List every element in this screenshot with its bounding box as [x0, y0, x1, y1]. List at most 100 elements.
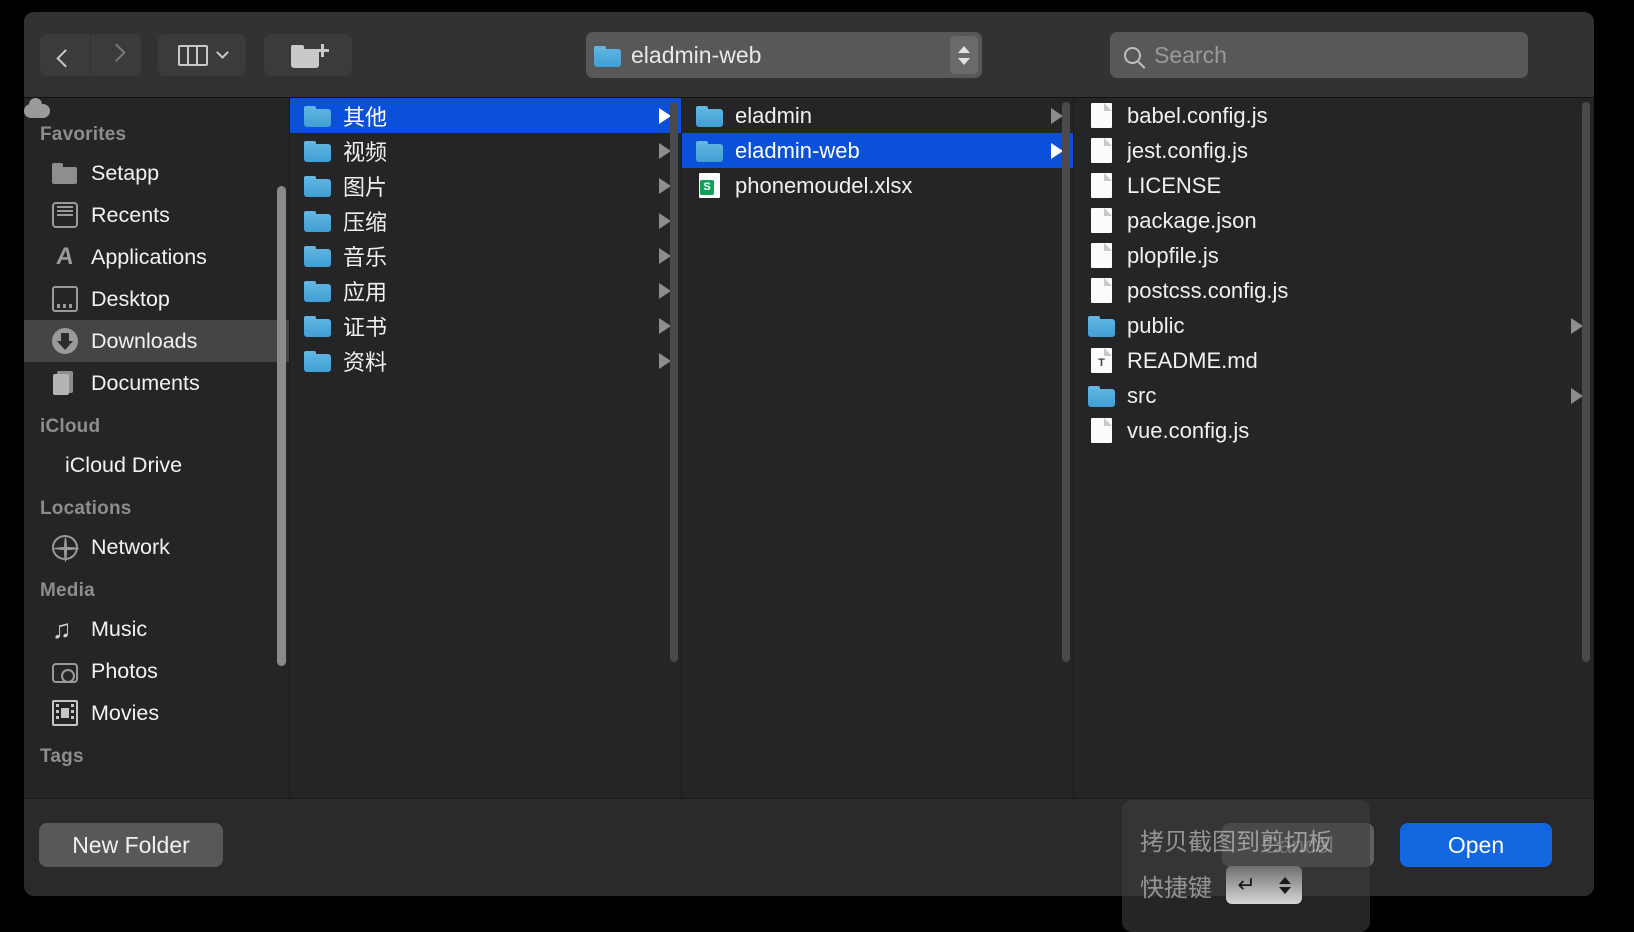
- file-name-label: 视频: [343, 139, 388, 165]
- file-column-3: babel.config.js jest.config.js LICENSE pack…: [1074, 98, 1594, 798]
- forward-button[interactable]: [91, 34, 141, 76]
- file-name-label: 压缩: [343, 209, 388, 235]
- sidebar-item-setapp[interactable]: Setapp: [24, 152, 290, 194]
- folder-icon: [594, 43, 621, 68]
- sidebar-section-header: Tags: [40, 746, 84, 767]
- chevron-down-icon: [215, 46, 229, 59]
- sidebar-section-header: Media: [40, 580, 95, 601]
- cancel-button[interactable]: Cancel: [1222, 823, 1374, 867]
- file-name-label: 应用: [343, 279, 388, 305]
- file-row[interactable]: babel.config.js: [1074, 98, 1593, 133]
- sidebar-item-network[interactable]: Network: [24, 526, 290, 568]
- folder-icon: [696, 138, 723, 163]
- search-placeholder: Search: [1154, 41, 1227, 68]
- file-row[interactable]: 应用: [290, 273, 681, 308]
- file-row[interactable]: 图片: [290, 168, 681, 203]
- search-icon: [1124, 46, 1141, 64]
- chevron-right-icon: [106, 42, 126, 62]
- file-name-label: plopfile.js: [1127, 242, 1219, 268]
- folder-icon: [1088, 383, 1115, 408]
- network-icon: [52, 534, 79, 562]
- sidebar-item-documents[interactable]: Documents: [24, 362, 290, 404]
- file-row[interactable]: plopfile.js: [1074, 238, 1593, 273]
- folder-icon: [304, 348, 331, 373]
- sidebar-item-recents[interactable]: Recents: [24, 194, 290, 236]
- file-name-label: public: [1127, 312, 1185, 338]
- recents-icon: [52, 202, 78, 228]
- file-row[interactable]: 视频: [290, 133, 681, 168]
- file-column-1: 其他视频图片压缩音乐应用证书资料: [290, 98, 682, 798]
- document-file-icon: [1088, 138, 1115, 163]
- sidebar-item-label: Setapp: [91, 160, 160, 185]
- file-name-label: README.md: [1127, 347, 1258, 373]
- file-name-label: 证书: [343, 314, 388, 340]
- document-file-icon: [1088, 103, 1115, 128]
- path-popup-button[interactable]: eladmin-web: [586, 32, 982, 78]
- file-name-label: src: [1127, 382, 1157, 408]
- sidebar-item-label: Downloads: [91, 328, 198, 353]
- sidebar-item-desktop[interactable]: Desktop: [24, 278, 290, 320]
- sidebar-item-label: Network: [91, 534, 170, 559]
- file-row[interactable]: src: [1074, 378, 1593, 413]
- photos-icon: [52, 662, 78, 683]
- open-file-dialog: eladmin-web Search Favorites Setapp Recent…: [24, 12, 1594, 896]
- stepper-updown-icon[interactable]: [950, 36, 978, 74]
- column-3-scrollbar[interactable]: [1582, 102, 1590, 662]
- sidebar: Favorites Setapp Recents Applications Deskto…: [24, 98, 290, 798]
- file-name-label: eladmin-web: [735, 137, 860, 163]
- column-2-scrollbar[interactable]: [1062, 102, 1070, 662]
- folder-icon: [1088, 313, 1115, 338]
- file-row[interactable]: 其他: [290, 98, 681, 133]
- folder-icon: [52, 160, 78, 186]
- file-row[interactable]: vue.config.js: [1074, 413, 1593, 448]
- sidebar-item-downloads[interactable]: Downloads: [24, 320, 290, 362]
- file-row[interactable]: jest.config.js: [1074, 133, 1593, 168]
- sidebar-item-music[interactable]: Music: [24, 608, 290, 650]
- file-row[interactable]: T README.md: [1074, 343, 1593, 378]
- toolbar: eladmin-web Search: [24, 12, 1594, 98]
- file-name-label: vue.config.js: [1127, 417, 1250, 443]
- file-name-label: eladmin: [735, 102, 813, 128]
- file-row[interactable]: public: [1074, 308, 1593, 343]
- back-button[interactable]: [40, 34, 90, 76]
- sidebar-item-movies[interactable]: Movies: [24, 692, 290, 734]
- document-file-icon: [1088, 173, 1115, 198]
- file-row[interactable]: 证书: [290, 308, 681, 343]
- document-file-icon: [1088, 243, 1115, 268]
- new-folder-button[interactable]: New Folder: [39, 823, 223, 867]
- file-row[interactable]: eladmin-web: [682, 133, 1073, 168]
- sidebar-item-icloud-drive[interactable]: iCloud Drive: [24, 98, 290, 486]
- view-mode-button[interactable]: [158, 34, 246, 76]
- current-path-label: eladmin-web: [631, 41, 762, 68]
- downloads-icon: [52, 328, 78, 354]
- file-row[interactable]: package.json: [1074, 203, 1593, 238]
- sidebar-scrollbar[interactable]: [277, 186, 286, 666]
- file-name-label: postcss.config.js: [1127, 277, 1289, 303]
- sidebar-item-label: Applications: [91, 244, 207, 269]
- file-row[interactable]: postcss.config.js: [1074, 273, 1593, 308]
- sidebar-item-photos[interactable]: Photos: [24, 650, 290, 692]
- file-row[interactable]: LICENSE: [1074, 168, 1593, 203]
- search-input[interactable]: Search: [1110, 32, 1528, 78]
- column-1-scrollbar[interactable]: [670, 102, 678, 662]
- documents-icon: [52, 370, 78, 396]
- file-row[interactable]: 资料: [290, 343, 681, 378]
- sidebar-item-label: iCloud Drive: [65, 452, 183, 477]
- movies-icon: [52, 700, 78, 726]
- file-row[interactable]: 压缩: [290, 203, 681, 238]
- chevron-left-icon: [55, 48, 75, 68]
- file-row[interactable]: 音乐: [290, 238, 681, 273]
- document-file-icon: [1088, 418, 1115, 443]
- file-row[interactable]: eladmin: [682, 98, 1073, 133]
- file-row[interactable]: Sphonemoudel.xlsx: [682, 168, 1073, 203]
- open-button[interactable]: Open: [1400, 823, 1552, 867]
- sidebar-section-header: iCloud: [40, 416, 101, 437]
- new-folder-icon: [291, 43, 329, 68]
- file-name-label: 图片: [343, 174, 388, 200]
- folder-icon: [304, 243, 331, 268]
- music-icon: [52, 616, 78, 642]
- folder-icon: [304, 208, 331, 233]
- new-folder-toolbar-button[interactable]: [264, 34, 352, 76]
- sidebar-item-applications[interactable]: Applications: [24, 236, 290, 278]
- file-name-label: package.json: [1127, 207, 1257, 233]
